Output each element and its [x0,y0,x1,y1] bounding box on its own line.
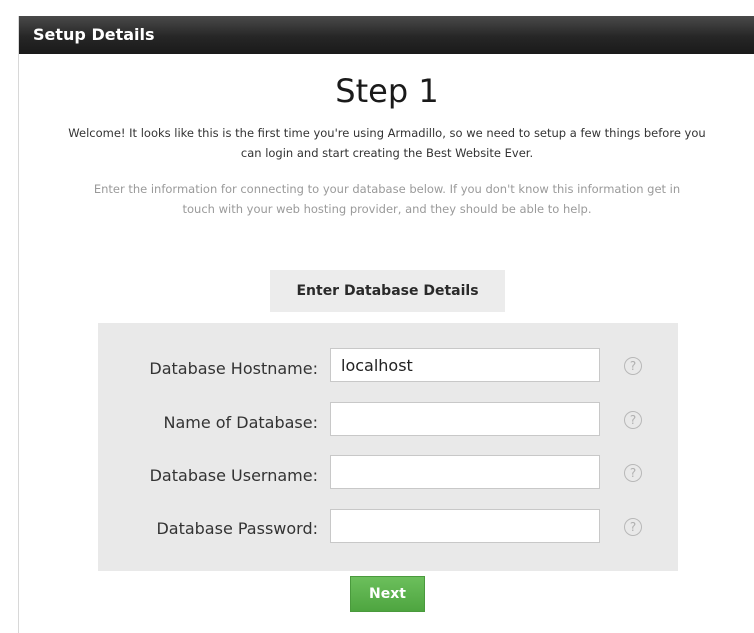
database-hostname-input[interactable] [330,348,600,382]
welcome-text: Welcome! It looks like this is the first… [68,126,706,160]
panel-header: Setup Details [19,16,754,54]
database-name-input[interactable] [330,402,600,436]
help-icon[interactable]: ? [624,411,642,429]
help-icon[interactable]: ? [624,357,642,375]
database-password-label: Database Password: [156,519,318,538]
panel-title: Setup Details [33,25,155,44]
help-icon[interactable]: ? [624,518,642,536]
next-button[interactable]: Next [350,576,425,612]
database-info-text: Enter the information for connecting to … [93,182,681,216]
step-title: Step 1 [335,72,439,110]
database-name-label: Name of Database: [163,413,318,432]
database-username-input[interactable] [330,455,600,489]
database-password-input[interactable] [330,509,600,543]
setup-panel: Setup Details Step 1 Welcome! It looks l… [18,16,754,633]
database-form: Database Hostname: ? Name of Database: ?… [98,323,678,571]
help-icon[interactable]: ? [624,464,642,482]
database-hostname-label: Database Hostname: [149,359,318,378]
enter-database-details-button[interactable]: Enter Database Details [270,270,505,312]
database-username-label: Database Username: [149,466,318,485]
